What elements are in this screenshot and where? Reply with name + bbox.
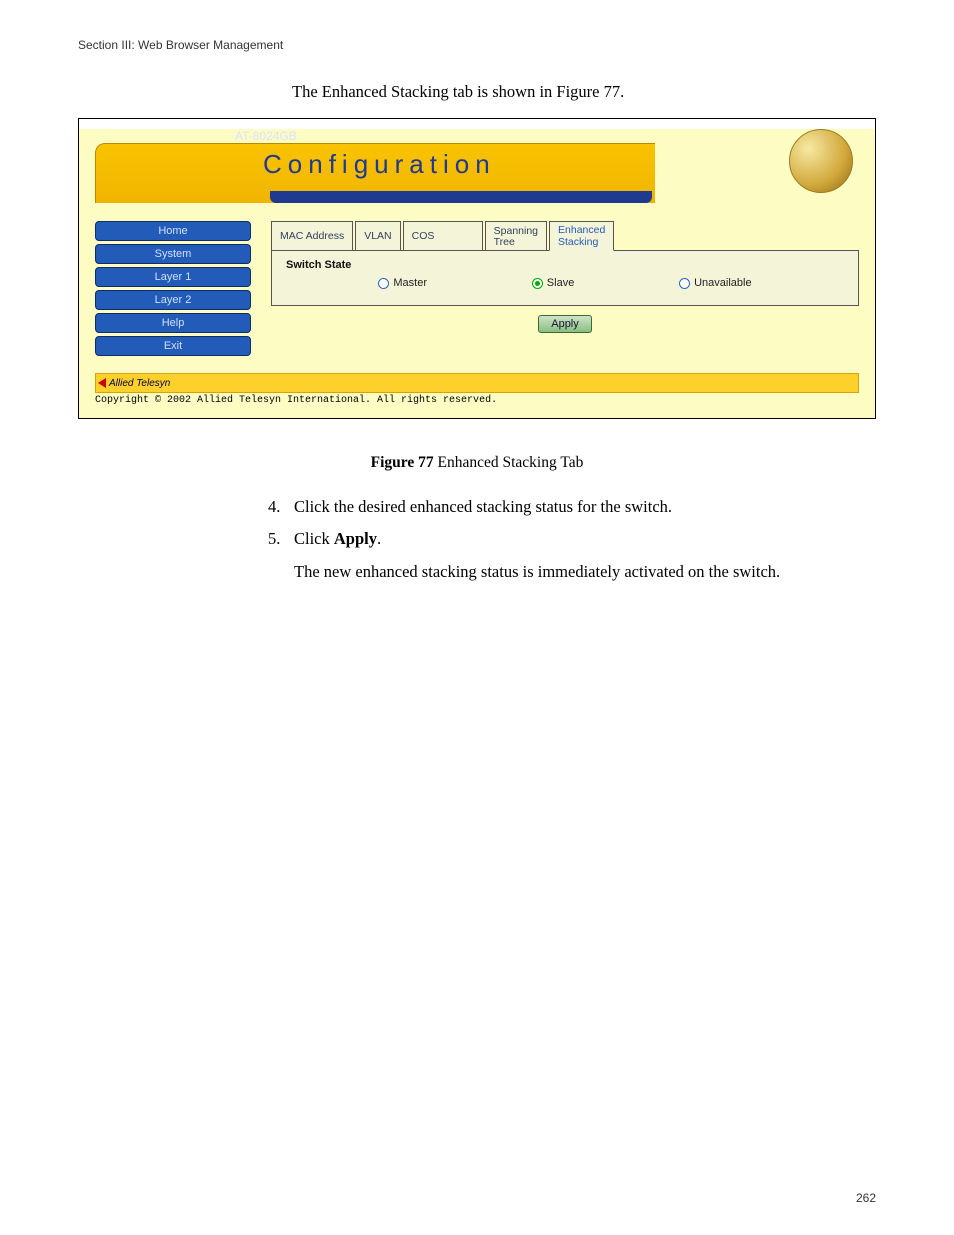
radio-icon [378,278,389,289]
tab-bar: MAC Address VLAN COS Spanning Tree Enhan… [271,221,859,251]
sidebar-item-home[interactable]: Home [95,221,251,241]
step-number: 5. [268,528,294,550]
device-model: AT-8024GB [235,129,297,143]
tab-vlan[interactable]: VLAN [355,221,400,251]
figure-number: Figure 77 [371,454,434,471]
radio-icon [532,278,543,289]
radio-icon [679,278,690,289]
radio-slave[interactable]: Slave [532,277,575,289]
switch-state-label: Switch State [286,259,844,271]
radio-label: Unavailable [694,277,751,289]
brand-text: Allied Telesyn [109,378,170,389]
main-pane: MAC Address VLAN COS Spanning Tree Enhan… [271,221,859,333]
page-title: Configuration [263,149,496,180]
figure-title: Enhanced Stacking Tab [434,454,584,471]
sidebar-item-help[interactable]: Help [95,313,251,333]
step-text-post: . [377,529,381,548]
radio-label: Master [393,277,427,289]
step-text: Click Apply. [294,528,878,550]
copyright: Copyright © 2002 Allied Telesyn Internat… [95,395,859,406]
tab-cos[interactable]: COS [403,221,483,251]
sidebar-item-layer1[interactable]: Layer 1 [95,267,251,287]
step-text: Click the desired enhanced stacking stat… [294,496,878,518]
sidebar-item-exit[interactable]: Exit [95,336,251,356]
tab-enhanced-stacking[interactable]: Enhanced Stacking [549,221,614,251]
tab-mac-address[interactable]: MAC Address [271,221,353,251]
intro-text: The Enhanced Stacking tab is shown in Fi… [292,82,624,102]
step-text-pre: Click [294,529,334,548]
figure-screenshot: AT-8024GB Configuration Home System Laye… [78,118,876,419]
sidebar-item-layer2[interactable]: Layer 2 [95,290,251,310]
sidebar: Home System Layer 1 Layer 2 Help Exit [95,221,251,359]
banner: AT-8024GB Configuration [95,129,859,203]
step-text-bold: Apply [334,529,377,548]
globe-icon [789,129,853,193]
step-number: 4. [268,496,294,518]
instruction-list: 4. Click the desired enhanced stacking s… [268,496,878,583]
step-subtext: The new enhanced stacking status is imme… [294,561,878,583]
section-header: Section III: Web Browser Management [78,38,283,52]
radio-unavailable[interactable]: Unavailable [679,277,751,289]
figure-caption: Figure 77 Enhanced Stacking Tab [0,454,954,472]
page-number: 262 [856,1191,876,1205]
tab-panel: Switch State Master Slave Unavailable [271,250,859,306]
switch-state-radios: Master Slave Unavailable [286,271,844,291]
brand-logo: Allied Telesyn [98,378,170,389]
tab-spanning-tree[interactable]: Spanning Tree [485,221,547,251]
banner-dark-bar [270,191,652,203]
radio-label: Slave [547,277,575,289]
radio-master[interactable]: Master [378,277,427,289]
footer-stripe: Allied Telesyn [95,373,859,393]
logo-icon [98,378,106,388]
sidebar-item-system[interactable]: System [95,244,251,264]
apply-button[interactable]: Apply [538,315,592,333]
